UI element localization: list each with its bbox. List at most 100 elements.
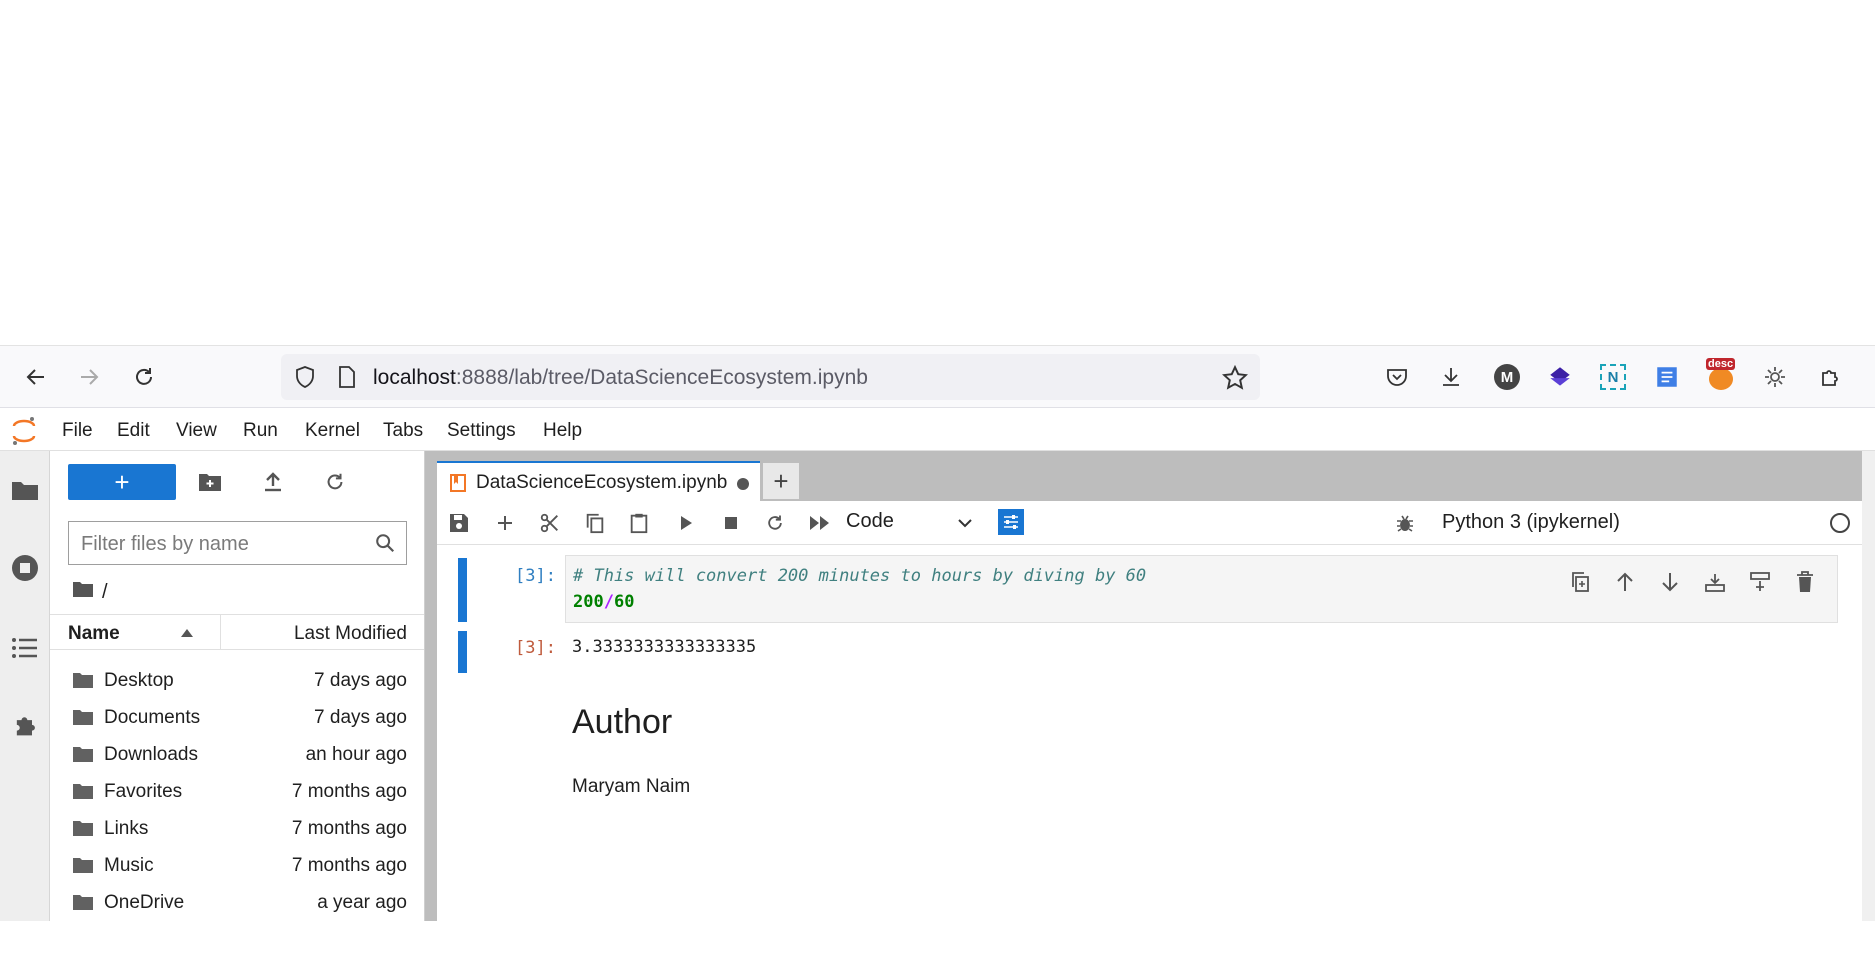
move-up-icon[interactable] [1611,568,1639,596]
code-comment: # This will convert 200 minutes to hours… [573,566,1147,586]
unsaved-dot-icon[interactable] [737,478,749,490]
star-icon[interactable] [1221,364,1249,396]
menu-edit[interactable]: Edit [117,420,150,442]
file-browser: + Filter files by name / Name Last Modif… [50,451,425,921]
fast-forward-icon[interactable] [806,509,834,537]
shield-icon[interactable] [293,365,317,394]
tab-datascienceecosystem[interactable]: DataScienceEcosystem.ipynb [437,461,760,501]
file-modified: an hour ago [305,744,407,765]
menu-help[interactable]: Help [543,420,582,442]
menu-run[interactable]: Run [243,420,278,442]
url-bar[interactable]: localhost:8888/lab/tree/DataScienceEcosy… [281,354,1260,400]
extensions-puzzle-icon[interactable] [8,709,42,743]
menu-settings[interactable]: Settings [447,420,516,442]
account-icon[interactable]: M [1492,362,1522,392]
scrollbar[interactable] [1862,451,1875,921]
stop-icon[interactable] [717,509,745,537]
code-editor[interactable]: # This will convert 200 minutes to hours… [565,555,1838,623]
folder-icon[interactable] [8,473,42,507]
file-name: Music [104,855,154,876]
new-folder-icon[interactable] [195,467,225,497]
debugger-bug-icon[interactable] [1391,509,1419,537]
toc-icon[interactable] [8,631,42,665]
restart-icon[interactable] [761,509,789,537]
duplicate-cell-icon[interactable] [1566,568,1594,596]
activity-bar [0,451,50,921]
file-modified: a year ago [317,892,407,913]
url-text[interactable]: localhost:8888/lab/tree/DataScienceEcosy… [373,366,868,390]
kernel-name[interactable]: Python 3 (ipykernel) [1442,511,1620,534]
docs-extension-icon[interactable] [1652,362,1682,392]
jupyter-logo-icon [10,416,38,451]
chevron-down-icon[interactable] [957,516,973,534]
move-down-icon[interactable] [1656,568,1684,596]
column-name-header[interactable]: Name [68,623,120,645]
upload-icon[interactable] [258,467,288,497]
file-row[interactable]: Links 7 months ago [50,811,424,848]
filter-placeholder: Filter files by name [81,533,249,555]
menu-file[interactable]: File [62,420,93,442]
page-icon[interactable] [336,365,358,394]
file-modified: 7 months ago [291,781,407,802]
file-row[interactable]: OneDrive a year ago [50,885,424,921]
file-row[interactable]: Favorites 7 months ago [50,774,424,811]
back-icon[interactable] [19,360,53,394]
menu-kernel[interactable]: Kernel [305,420,360,442]
copy-icon[interactable] [581,509,609,537]
search-icon [374,532,396,559]
save-icon[interactable] [445,509,473,537]
cut-icon[interactable] [536,509,564,537]
file-row[interactable]: Desktop 7 days ago [50,663,424,700]
new-launcher-button[interactable]: + [68,464,176,500]
breadcrumb[interactable]: / [72,579,108,605]
column-modified-header[interactable]: Last Modified [294,623,407,645]
cell-type-select[interactable]: Code [846,510,894,533]
gear-extension-icon[interactable] [1760,362,1790,392]
menu-view[interactable]: View [176,420,217,442]
code-expression: 200/60 [573,592,634,612]
code-number: 200 [573,592,604,612]
running-icon[interactable] [8,551,42,585]
filter-files-input[interactable]: Filter files by name [68,521,407,565]
url-host: localhost [373,366,456,389]
input-prompt: [3]: [515,566,556,586]
account-letter: M [1494,364,1520,390]
top-blank-area [0,0,1875,345]
file-row[interactable]: Documents 7 days ago [50,700,424,737]
folder-icon [72,745,94,768]
desc-extension-icon[interactable]: desc [1706,358,1736,392]
download-icon[interactable] [1436,362,1466,392]
insert-above-icon[interactable] [1701,568,1729,596]
file-name: OneDrive [104,892,185,913]
file-name: Links [104,818,149,839]
puzzle-icon[interactable] [1815,362,1845,392]
run-icon[interactable] [672,509,700,537]
folder-icon [72,893,94,916]
breadcrumb-folder-icon [72,580,94,604]
pocket-icon[interactable] [1382,362,1412,392]
delete-cell-icon[interactable] [1791,568,1819,596]
new-tab-button[interactable]: + [763,463,799,499]
notion-extension-icon[interactable]: N [1598,362,1628,392]
refresh-icon[interactable] [320,467,350,497]
property-inspector-icon[interactable] [998,509,1024,535]
file-row[interactable]: Music 7 months ago [50,848,424,885]
folder-icon [72,819,94,842]
sort-asc-icon[interactable] [180,625,194,643]
layers-extension-icon[interactable] [1545,362,1575,392]
insert-below-icon[interactable] [1746,568,1774,596]
file-list-header: Name Last Modified [50,614,424,650]
breadcrumb-root[interactable]: / [102,581,108,604]
forward-icon[interactable] [72,360,106,394]
reload-icon[interactable] [127,360,161,394]
file-row[interactable]: Downloads an hour ago [50,737,424,774]
file-modified: 7 months ago [291,855,407,876]
cell-collapser[interactable] [458,558,467,622]
paste-icon[interactable] [625,509,653,537]
file-name: Desktop [104,670,174,691]
output-collapser[interactable] [458,631,467,673]
menu-tabs[interactable]: Tabs [383,420,423,442]
code-operator: / [603,592,614,612]
add-cell-icon[interactable] [491,509,519,537]
markdown-heading: Author [572,703,673,741]
